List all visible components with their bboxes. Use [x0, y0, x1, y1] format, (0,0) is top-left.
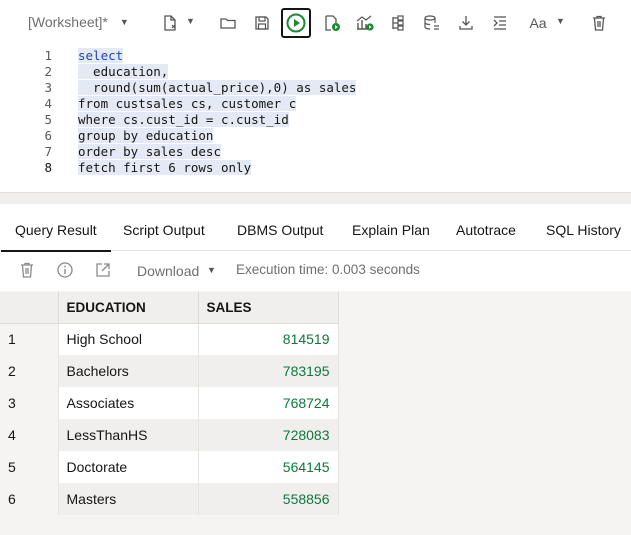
clear-icon[interactable] — [584, 8, 614, 38]
result-toolbar: Download ▼ Execution time: 0.003 seconds — [0, 251, 631, 291]
line-number: 3 — [44, 80, 52, 95]
row-number-header — [0, 292, 59, 324]
code-text: round(sum(actual_price),0) as sales — [78, 80, 357, 95]
row-number: 3 — [0, 387, 59, 419]
code-text: group by education — [78, 128, 214, 143]
line-number: 2 — [44, 64, 52, 79]
education-cell[interactable]: Doctorate — [58, 451, 199, 483]
trash-icon[interactable] — [18, 261, 36, 279]
run-script-icon[interactable] — [317, 8, 347, 38]
code-line: education, — [78, 64, 169, 80]
autotrace-icon[interactable] — [383, 8, 413, 38]
column-header-education[interactable]: EDUCATION — [58, 292, 199, 324]
row-number: 2 — [0, 355, 59, 387]
results-grid: EDUCATION SALES 1 High School 814519 2 B… — [0, 291, 631, 535]
editor-line: 4 from custsales cs, customer c — [0, 96, 631, 112]
editor-line: 6 group by education — [0, 128, 631, 144]
code-line: round(sum(actual_price),0) as sales — [78, 80, 357, 96]
tab-query-result[interactable]: Query Result — [1, 222, 111, 252]
sql-editor[interactable]: 1 select 2 education, 3 round(sum(actual… — [0, 46, 631, 192]
row-number: 6 — [0, 483, 59, 515]
row-number: 1 — [0, 323, 59, 355]
line-number: 5 — [44, 112, 52, 127]
worksheet-toolbar: [Worksheet]* ▼ ▼ Aa ▼ — [0, 0, 631, 46]
code-line: fetch first 6 rows only — [78, 160, 252, 176]
editor-line: 3 round(sum(actual_price),0) as sales — [0, 80, 631, 96]
format-icon[interactable] — [485, 8, 515, 38]
line-number: 1 — [44, 48, 52, 63]
education-cell[interactable]: Bachelors — [58, 355, 199, 387]
download-icon[interactable] — [451, 8, 481, 38]
download-dropdown[interactable]: Download — [137, 263, 199, 279]
info-icon[interactable] — [56, 261, 74, 279]
sales-cell[interactable]: 814519 — [198, 323, 339, 355]
code-text: education, — [78, 64, 169, 79]
row-number: 4 — [0, 419, 59, 451]
table-row[interactable]: 1 High School 814519 — [0, 323, 339, 355]
sales-cell[interactable]: 783195 — [198, 355, 339, 387]
header-row: EDUCATION SALES — [0, 292, 339, 324]
code-text: fetch first 6 rows only — [78, 160, 252, 175]
education-cell[interactable]: High School — [58, 323, 199, 355]
chevron-down-icon[interactable]: ▼ — [120, 17, 129, 27]
table-row[interactable]: 6 Masters 558856 — [0, 483, 339, 515]
tab-autotrace[interactable]: Autotrace — [456, 222, 516, 238]
education-cell[interactable]: Masters — [58, 483, 199, 515]
code-line: order by sales desc — [78, 144, 221, 160]
editor-line: 1 select — [0, 48, 631, 64]
font-size-icon[interactable]: Aa — [526, 8, 550, 38]
new-file-icon[interactable] — [155, 8, 185, 38]
output-tabs: Query Result Script Output DBMS Output E… — [0, 204, 631, 252]
code-line: where cs.cust_id = c.cust_id — [78, 112, 289, 128]
row-number: 5 — [0, 451, 59, 483]
execution-time: Execution time: 0.003 seconds — [236, 262, 420, 277]
education-cell[interactable]: Associates — [58, 387, 199, 419]
open-in-new-window-icon[interactable] — [94, 261, 112, 279]
code-text: where cs.cust_id = c.cust_id — [78, 112, 289, 127]
sql-tuning-icon[interactable] — [417, 8, 447, 38]
tab-explain-plan[interactable]: Explain Plan — [352, 222, 430, 238]
sales-cell[interactable]: 564145 — [198, 451, 339, 483]
tab-dbms-output[interactable]: DBMS Output — [237, 222, 323, 238]
table-row[interactable]: 4 LessThanHS 728083 — [0, 419, 339, 451]
font-size-label: Aa — [529, 15, 547, 31]
line-number: 6 — [44, 128, 52, 143]
chevron-down-icon[interactable]: ▼ — [556, 16, 565, 26]
code-line: select — [78, 48, 124, 64]
chevron-down-icon[interactable]: ▼ — [186, 16, 195, 26]
line-number: 7 — [44, 144, 52, 159]
code-text: order by sales desc — [78, 144, 221, 159]
code-line: from custsales cs, customer c — [78, 96, 297, 112]
results-table: EDUCATION SALES 1 High School 814519 2 B… — [0, 292, 339, 515]
worksheet-tab-label: [Worksheet]* — [28, 14, 108, 30]
run-statement-icon[interactable] — [281, 8, 311, 38]
column-header-sales[interactable]: SALES — [198, 292, 339, 324]
code-text: from custsales cs, customer c — [78, 96, 297, 111]
education-cell[interactable]: LessThanHS — [58, 419, 199, 451]
save-icon[interactable] — [247, 8, 277, 38]
line-number: 4 — [44, 96, 52, 111]
code-line: group by education — [78, 128, 214, 144]
sales-cell[interactable]: 728083 — [198, 419, 339, 451]
table-row[interactable]: 3 Associates 768724 — [0, 387, 339, 419]
explain-plan-icon[interactable] — [350, 8, 380, 38]
tab-script-output[interactable]: Script Output — [123, 222, 205, 238]
table-row[interactable]: 2 Bachelors 783195 — [0, 355, 339, 387]
code-text: select — [78, 48, 124, 63]
editor-line: 8 fetch first 6 rows only — [0, 160, 631, 176]
sales-cell[interactable]: 768724 — [198, 387, 339, 419]
tab-sql-history[interactable]: SQL History — [546, 222, 621, 238]
open-folder-icon[interactable] — [213, 8, 243, 38]
chevron-down-icon[interactable]: ▼ — [207, 265, 216, 275]
table-row[interactable]: 5 Doctorate 564145 — [0, 451, 339, 483]
sales-cell[interactable]: 558856 — [198, 483, 339, 515]
worksheet-tab[interactable]: [Worksheet]* ▼ — [28, 14, 129, 30]
editor-line: 7 order by sales desc — [0, 144, 631, 160]
editor-line: 2 education, — [0, 64, 631, 80]
line-number: 8 — [44, 160, 52, 175]
editor-line: 5 where cs.cust_id = c.cust_id — [0, 112, 631, 128]
